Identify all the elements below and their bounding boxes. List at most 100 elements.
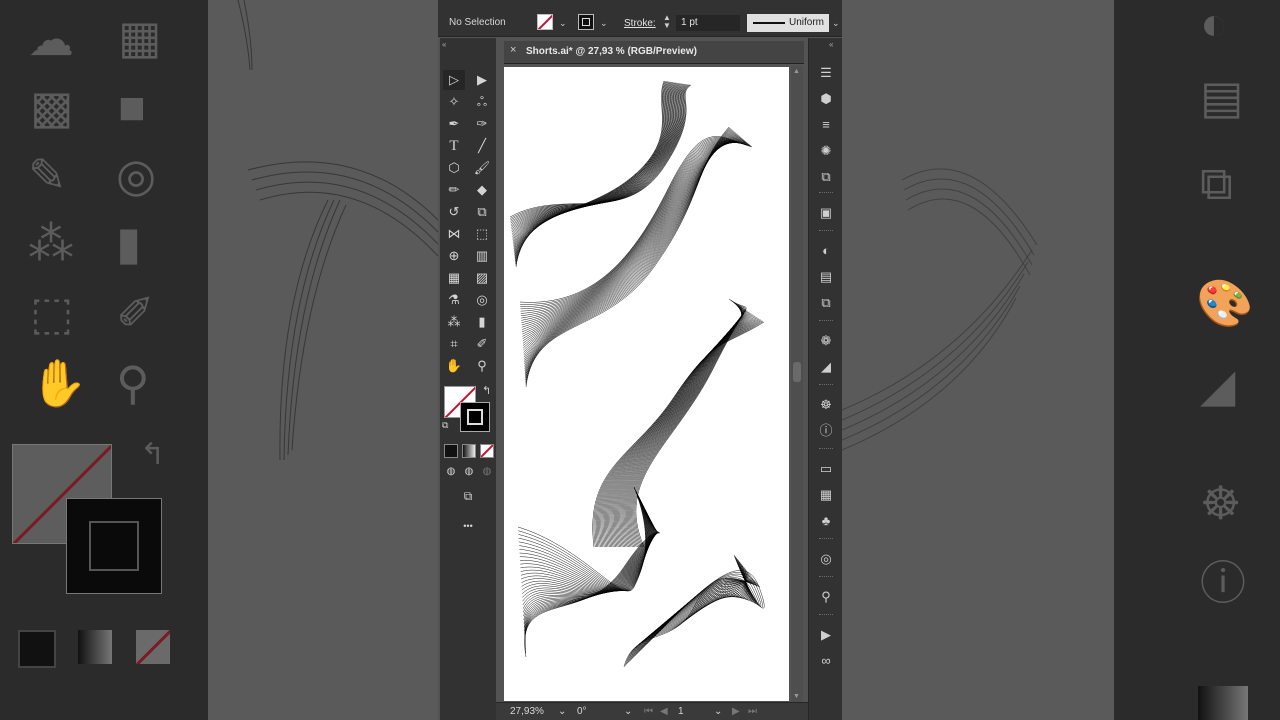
artboard-number[interactable]: 1 <box>678 706 684 717</box>
panel-group-grip[interactable] <box>819 230 833 233</box>
zoom-level[interactable]: 27,93% <box>510 706 544 717</box>
3d-panel-icon[interactable]: ⬢ <box>817 90 835 108</box>
vertical-scrollbar[interactable]: ▲ ▼ <box>791 66 803 702</box>
stroke-swatch[interactable] <box>460 402 490 432</box>
document-tab[interactable]: × Shorts.ai* @ 27,93 % (RGB/Preview) <box>504 41 804 64</box>
wave-artwork[interactable] <box>504 67 789 701</box>
type-tool-icon[interactable]: T <box>443 136 465 156</box>
rotate-tool-icon[interactable]: ↺ <box>443 202 465 222</box>
rotation-value[interactable]: 0° <box>577 706 587 717</box>
gradient-swatch-panel-icon[interactable]: ▭ <box>817 460 835 478</box>
background-panel-blur <box>1114 0 1280 720</box>
panel-group-grip[interactable] <box>819 384 833 387</box>
links-panel-icon[interactable]: ∞ <box>817 652 835 670</box>
artboard[interactable] <box>504 67 789 701</box>
none-mode-button[interactable] <box>480 444 494 458</box>
close-document-icon[interactable]: × <box>510 44 516 56</box>
properties-panel-icon[interactable]: ☰ <box>817 64 835 82</box>
default-fill-stroke-icon[interactable]: ⧉ <box>442 420 448 431</box>
swap-fill-stroke-icon[interactable]: ↰ <box>482 384 491 397</box>
transparency-panel-icon[interactable]: ◎ <box>817 550 835 568</box>
color-guide-panel-icon[interactable]: ◐ <box>817 242 835 260</box>
profile-chevron-icon[interactable]: ⌄ <box>832 18 840 29</box>
hand-tool-icon[interactable]: ✋ <box>443 356 465 376</box>
direct-selection-tool-icon[interactable]: ▶ <box>471 70 493 90</box>
blend-line <box>598 318 760 548</box>
stroke-weight-stepper-icon[interactable]: ▲ ▼ <box>663 14 671 30</box>
stroke-weight-input[interactable]: 1 pt ⌄ <box>676 15 764 31</box>
line-segment-tool-icon[interactable]: ╱ <box>471 136 493 156</box>
free-transform-tool-icon[interactable]: ⬚ <box>471 224 493 244</box>
artboard-tool-icon[interactable]: ⌗ <box>443 334 465 354</box>
slice-tool-icon[interactable]: ✐ <box>471 334 493 354</box>
shape-builder-tool-icon[interactable]: ⊕ <box>443 246 465 266</box>
next-artboard-icon[interactable]: ▶ <box>732 706 740 717</box>
swap-icon-blur: ↰ <box>140 438 166 471</box>
scroll-down-icon[interactable]: ▼ <box>793 693 800 700</box>
polygon-tool-icon[interactable]: ⬡ <box>443 158 465 178</box>
appearance-panel-icon[interactable]: ✺ <box>817 142 835 160</box>
libraries-panel-icon[interactable]: ▣ <box>817 204 835 222</box>
screen-mode-icon[interactable]: ⧉ <box>457 486 479 506</box>
scroll-up-icon[interactable]: ▲ <box>793 68 800 75</box>
blend-tool-icon[interactable]: ◎ <box>471 290 493 310</box>
last-artboard-icon[interactable]: ⏭ <box>748 706 757 717</box>
first-artboard-icon[interactable]: ⏮ <box>644 706 653 717</box>
transform-panel-icon[interactable]: ⧉ <box>817 168 835 186</box>
zoom-chevron-icon[interactable]: ⌄ <box>558 706 566 717</box>
gradient-panel-icon[interactable]: ◢ <box>817 358 835 376</box>
actions-panel-icon[interactable]: ▶ <box>817 626 835 644</box>
symbols-panel-icon[interactable]: ♣ <box>817 512 835 530</box>
draw-inside-icon[interactable]: ◍ <box>476 462 498 482</box>
navigator-panel-icon[interactable]: ☸ <box>817 396 835 414</box>
puppet-warp-panel-icon[interactable]: ⚲ <box>817 588 835 606</box>
panel-group-grip[interactable] <box>819 320 833 323</box>
eyedropper-tool-icon[interactable]: ⚗ <box>443 290 465 310</box>
swatches-panel-icon[interactable]: ❁ <box>817 332 835 350</box>
scale-tool-icon[interactable]: ⧉ <box>471 202 493 222</box>
mesh-tool-icon[interactable]: ▦ <box>443 268 465 288</box>
collapse-tools-icon[interactable]: « <box>442 40 446 49</box>
align-panel-icon[interactable]: ▤ <box>817 268 835 286</box>
blend-line <box>520 137 752 305</box>
selection-tool-icon[interactable]: ▷ <box>443 70 465 90</box>
fill-color-swatch[interactable] <box>537 14 553 30</box>
fill-dropdown-chevron-icon[interactable]: ⌄ <box>559 18 567 29</box>
symbol-sprayer-tool-icon[interactable]: ⁂ <box>443 312 465 332</box>
perspective-grid-tool-icon[interactable]: ▥ <box>471 246 493 266</box>
width-tool-icon[interactable]: ⋈ <box>443 224 465 244</box>
paintbrush-tool-icon[interactable]: 🖌 <box>471 158 493 178</box>
color-mode-button[interactable] <box>444 444 458 458</box>
lasso-tool-icon[interactable]: ஃ <box>471 92 493 112</box>
pathfinder-panel-icon[interactable]: ⧉ <box>817 294 835 312</box>
zoom-tool-icon[interactable]: ⚲ <box>471 356 493 376</box>
panel-group-grip[interactable] <box>819 538 833 541</box>
column-graph-tool-icon[interactable]: ▮ <box>471 312 493 332</box>
panel-group-grip[interactable] <box>819 192 833 195</box>
pattern-panel-icon[interactable]: ▦ <box>817 486 835 504</box>
stroke-label[interactable]: Stroke: <box>624 18 656 29</box>
stroke-dropdown-chevron-icon[interactable]: ⌄ <box>600 18 608 29</box>
blend-line <box>522 139 744 335</box>
collapse-panels-icon[interactable]: « <box>829 40 833 49</box>
scroll-thumb[interactable] <box>793 362 801 382</box>
edit-toolbar-icon[interactable]: ••• <box>457 516 479 536</box>
eraser-tool-icon[interactable]: ◆ <box>471 180 493 200</box>
rotation-chevron-icon[interactable]: ⌄ <box>624 706 632 717</box>
variable-width-profile-select[interactable]: Uniform <box>747 14 829 32</box>
panel-group-grip[interactable] <box>819 614 833 617</box>
curvature-tool-icon[interactable]: ✑ <box>471 114 493 134</box>
info-panel-icon[interactable]: ⓘ <box>817 422 835 440</box>
pencil-tool-icon[interactable]: ✏ <box>443 180 465 200</box>
stroke-color-swatch[interactable] <box>578 14 594 30</box>
previous-artboard-icon[interactable]: ◀ <box>660 706 668 717</box>
pen-tool-icon[interactable]: ✒ <box>443 114 465 134</box>
panel-group-grip[interactable] <box>819 448 833 451</box>
artboard-chevron-icon[interactable]: ⌄ <box>714 706 722 717</box>
magic-wand-tool-icon[interactable]: ✧ <box>443 92 465 112</box>
panel-group-grip[interactable] <box>819 576 833 579</box>
stroke-panel-icon[interactable]: ≡ <box>817 116 835 134</box>
selection-status: No Selection <box>449 17 506 28</box>
gradient-tool-icon[interactable]: ▨ <box>471 268 493 288</box>
gradient-mode-button[interactable] <box>462 444 476 458</box>
